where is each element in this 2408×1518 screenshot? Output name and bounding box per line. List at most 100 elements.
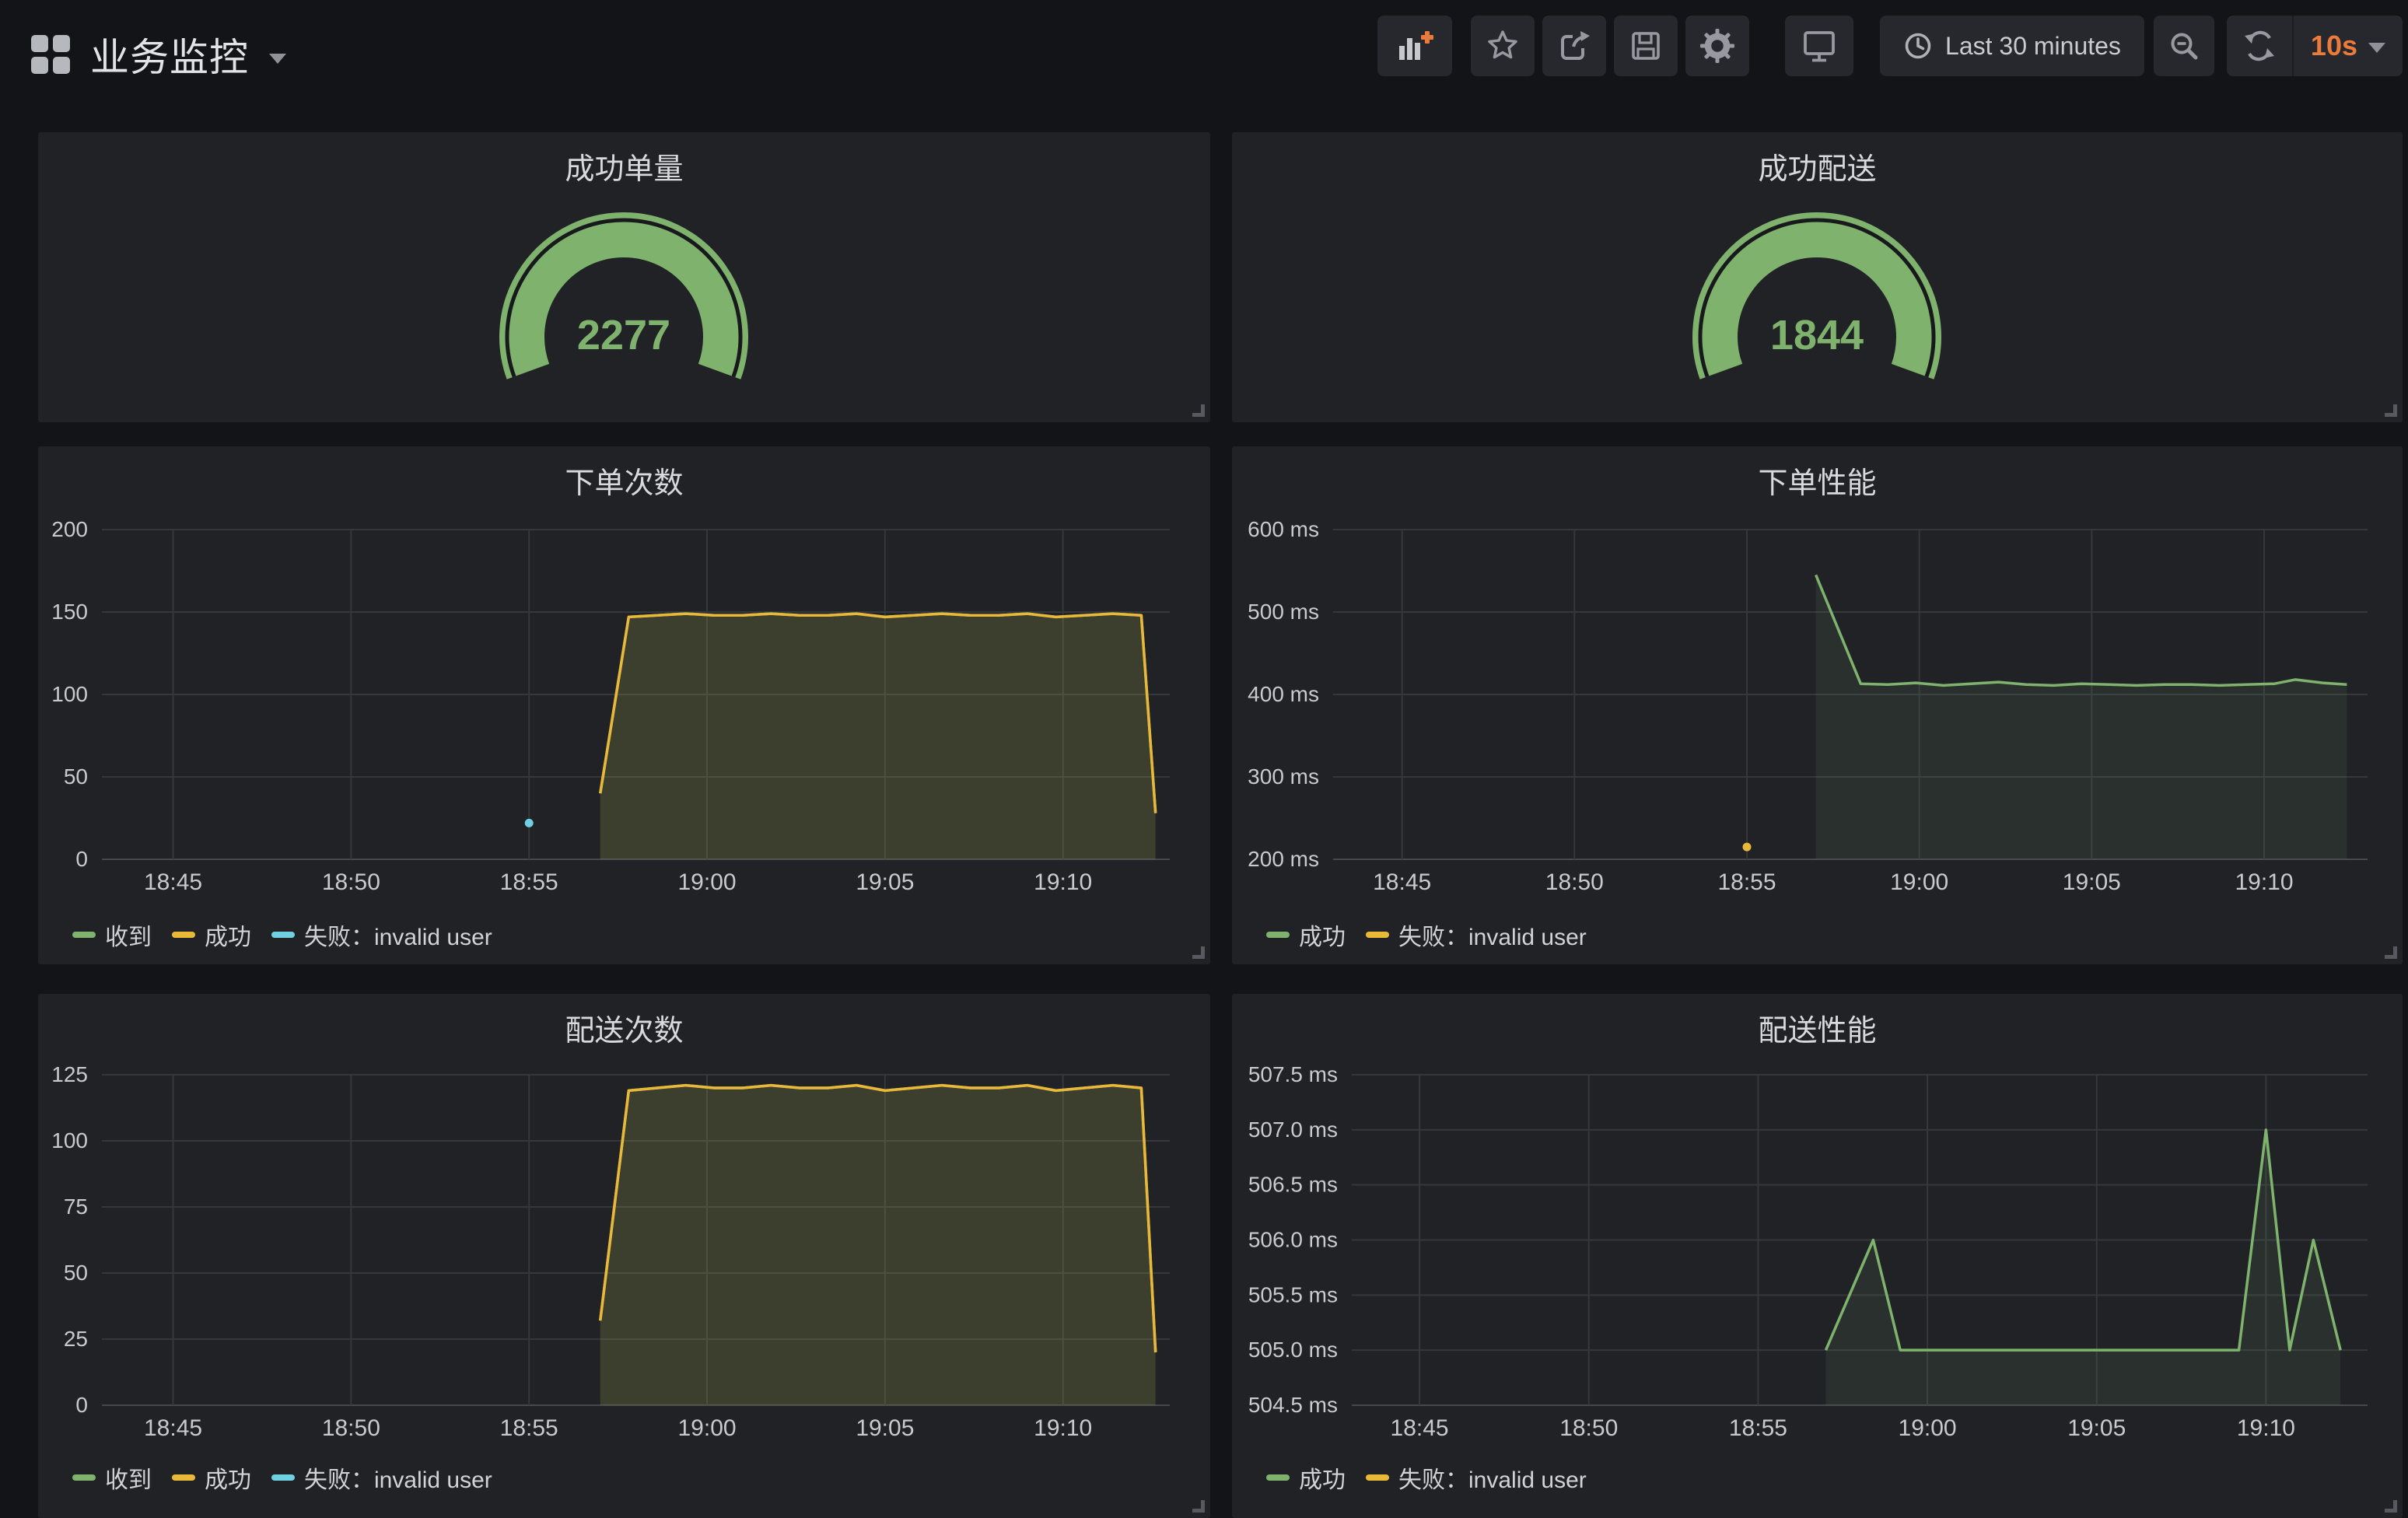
graph-legend: 收到成功 失败：invalid user: [72, 1460, 492, 1495]
y-axis-label: 150: [51, 600, 88, 624]
x-axis-label: 19:00: [1890, 869, 1948, 895]
x-axis-label: 18:45: [1391, 1415, 1449, 1441]
legend-label: 失败：invalid user: [1398, 1460, 1587, 1495]
y-axis-label: 75: [64, 1194, 88, 1219]
panel-resize-handle[interactable]: [2385, 946, 2397, 959]
panel-resize-handle[interactable]: [2385, 404, 2397, 417]
x-axis-label: 19:10: [2235, 869, 2293, 895]
x-axis-label: 19:00: [1899, 1415, 1957, 1441]
graph-plot[interactable]: 025507510012518:4518:5018:5519:0019:0519…: [38, 994, 1210, 1518]
star-button[interactable]: [1471, 16, 1535, 76]
y-axis-label: 100: [51, 1128, 88, 1152]
legend-item[interactable]: 失败：invalid user: [271, 918, 492, 952]
graph-order-count: 05010015020018:4518:5018:5519:0019:0519:…: [38, 446, 1210, 964]
x-axis-label: 19:05: [856, 869, 914, 895]
data-point: [1743, 843, 1752, 852]
x-axis-label: 18:50: [322, 869, 380, 895]
legend-item[interactable]: 成功: [172, 1460, 251, 1495]
panel-order-performance-graph: 下单性能 200 ms300 ms400 ms500 ms600 ms18:45…: [1232, 446, 2403, 964]
x-axis-label: 19:05: [2067, 1415, 2126, 1441]
refresh-interval-picker[interactable]: 10s: [2294, 30, 2403, 62]
graph-legend: 收到 成功 失败：invalid user: [72, 918, 492, 952]
legend-color-swatch: [1366, 932, 1389, 938]
legend-item[interactable]: 收到: [72, 1460, 152, 1495]
y-axis-label: 50: [64, 1261, 88, 1285]
legend-color-swatch: [172, 932, 195, 938]
legend-item[interactable]: 失败：invalid user: [1366, 1460, 1587, 1495]
panel-delivery-performance-graph: 配送性能 504.5 ms505.0 ms505.5 ms506.0 ms506…: [1232, 994, 2403, 1518]
time-range-button[interactable]: Last 30 minutes: [1880, 16, 2144, 76]
add-panel-button[interactable]: [1377, 16, 1452, 76]
legend-label: 成功: [1299, 1460, 1346, 1495]
panel-resize-handle[interactable]: [2385, 1500, 2397, 1513]
x-axis-label: 19:05: [2063, 869, 2121, 895]
y-axis-label: 300 ms: [1248, 764, 1319, 789]
dashboard-icon[interactable]: [31, 35, 70, 74]
gauge-svg: 1844: [1232, 132, 2403, 422]
legend-color-swatch: [72, 932, 96, 938]
y-axis-label: 500 ms: [1248, 600, 1319, 624]
legend-item[interactable]: 成功: [1266, 1460, 1346, 1495]
y-axis-label: 506.5 ms: [1248, 1173, 1338, 1197]
x-axis-label: 18:50: [1545, 869, 1604, 895]
save-button[interactable]: [1614, 16, 1678, 76]
legend-item[interactable]: 成功: [1266, 918, 1346, 952]
legend-color-swatch: [271, 1474, 295, 1481]
x-axis-label: 19:00: [677, 869, 736, 895]
y-axis-label: 504.5 ms: [1248, 1393, 1338, 1417]
y-axis-label: 125: [51, 1062, 88, 1086]
x-axis-label: 18:45: [144, 1415, 202, 1441]
panel-order-count-graph: 下单次数 05010015020018:4518:5018:5519:0019:…: [38, 446, 1210, 964]
graph-plot[interactable]: 05010015020018:4518:5018:5519:0019:0519:…: [38, 446, 1210, 964]
x-axis-label: 18:55: [500, 869, 558, 895]
y-axis-label: 507.0 ms: [1248, 1118, 1338, 1142]
graph-order-performance: 200 ms300 ms400 ms500 ms600 ms18:4518:50…: [1232, 446, 2403, 964]
grafana-dashboard: 业务监控: [0, 0, 2408, 1467]
panel-success-orders-gauge: 成功单量 2277: [38, 132, 1210, 422]
clock-icon: [1903, 31, 1933, 61]
y-axis-label: 200 ms: [1248, 847, 1319, 871]
y-axis-label: 0: [75, 847, 88, 871]
legend-item[interactable]: 成功: [172, 918, 251, 952]
data-point: [525, 819, 534, 827]
share-icon: [1556, 28, 1592, 64]
graph-plot[interactable]: 504.5 ms505.0 ms505.5 ms506.0 ms506.5 ms…: [1232, 994, 2403, 1518]
x-axis-label: 19:10: [2237, 1415, 2295, 1441]
x-axis-label: 19:10: [1034, 1415, 1092, 1441]
panel-resize-handle[interactable]: [1192, 1500, 1205, 1513]
series-line: [1816, 575, 2347, 685]
gauge-value: 2277: [577, 312, 670, 359]
chevron-down-icon[interactable]: [269, 54, 286, 64]
gauge-value: 1844: [1770, 312, 1864, 359]
panel-resize-handle[interactable]: [1192, 946, 1205, 959]
legend-label: 失败：invalid user: [304, 1460, 492, 1495]
dashboard-title[interactable]: 业务监控: [90, 26, 249, 82]
y-axis-label: 100: [51, 682, 88, 706]
refresh-now-button[interactable]: [2227, 28, 2292, 64]
magnifier-minus-icon: [2167, 29, 2201, 63]
legend-label: 成功: [205, 918, 251, 952]
x-axis-label: 19:05: [856, 1415, 914, 1441]
y-axis-label: 507.5 ms: [1248, 1062, 1338, 1086]
legend-label: 失败：invalid user: [304, 918, 492, 952]
x-axis-label: 18:50: [1559, 1415, 1618, 1441]
floppy-disk-icon: [1629, 29, 1663, 63]
y-axis-label: 0: [75, 1393, 88, 1417]
panel-resize-handle[interactable]: [1192, 404, 1205, 417]
tv-mode-button[interactable]: [1785, 16, 1853, 76]
graph-plot[interactable]: 200 ms300 ms400 ms500 ms600 ms18:4518:50…: [1232, 446, 2403, 964]
x-axis-label: 19:00: [677, 1415, 736, 1441]
zoom-out-button[interactable]: [2154, 16, 2214, 76]
settings-button[interactable]: [1685, 16, 1749, 76]
graph-legend: 成功失败：invalid user: [1266, 918, 1587, 952]
legend-item[interactable]: 收到: [72, 918, 152, 952]
gauge-success-delivery: 1844: [1232, 132, 2403, 422]
legend-item[interactable]: 失败：invalid user: [271, 1460, 492, 1495]
share-button[interactable]: [1542, 16, 1606, 76]
legend-item[interactable]: 失败：invalid user: [1366, 918, 1587, 952]
y-axis-label: 505.0 ms: [1248, 1338, 1338, 1362]
y-axis-label: 200: [51, 517, 88, 541]
x-axis-label: 18:45: [144, 869, 202, 895]
refresh-button[interactable]: 10s: [2227, 16, 2403, 76]
gear-icon: [1699, 28, 1735, 64]
